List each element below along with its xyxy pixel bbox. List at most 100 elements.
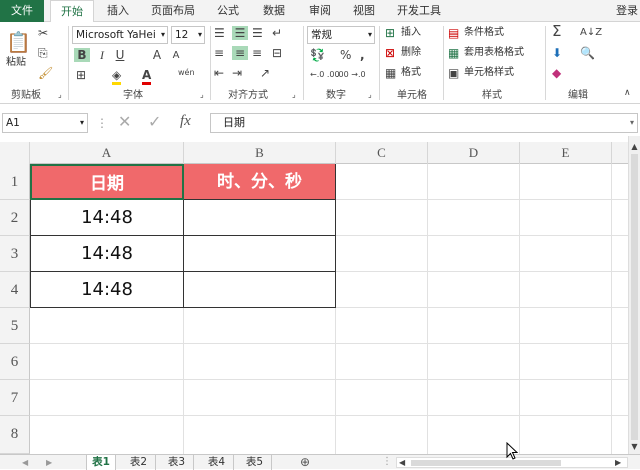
- tab-developer[interactable]: 开发工具: [390, 0, 448, 22]
- clipboard-launcher-icon[interactable]: ⌟: [58, 88, 62, 102]
- cell-a3[interactable]: 14:48: [30, 236, 184, 272]
- bold-button[interactable]: B: [74, 48, 90, 62]
- font-size-select[interactable]: 12 ▾: [171, 26, 205, 44]
- cell-a2[interactable]: 14:48: [30, 200, 184, 236]
- row-header-7[interactable]: 7: [0, 380, 30, 416]
- sheet-tab-1[interactable]: 表1: [86, 455, 116, 470]
- align-center-icon[interactable]: ≡: [232, 46, 248, 60]
- tab-view[interactable]: 视图: [346, 0, 382, 22]
- align-right-icon[interactable]: ≡: [252, 46, 262, 60]
- tab-page-layout[interactable]: 页面布局: [144, 0, 202, 22]
- tab-insert[interactable]: 插入: [100, 0, 136, 22]
- next-sheet-icon[interactable]: ▶: [46, 456, 52, 470]
- scroll-up-icon[interactable]: ▲: [629, 140, 640, 154]
- row-header-3[interactable]: 3: [0, 236, 30, 272]
- row-header-4[interactable]: 4: [0, 272, 30, 308]
- copy-icon[interactable]: ⎘: [38, 46, 48, 60]
- clear-icon[interactable]: ◆: [552, 66, 561, 80]
- accounting-format-icon[interactable]: 💱: [310, 48, 325, 62]
- cell-a1[interactable]: 日期: [30, 164, 184, 200]
- font-shrink-button[interactable]: A: [170, 49, 182, 63]
- column-header-c[interactable]: C: [336, 142, 428, 164]
- cell-b4[interactable]: [184, 272, 336, 308]
- scroll-left-icon[interactable]: ◀: [399, 456, 405, 470]
- login-link[interactable]: 登录: [614, 0, 640, 22]
- sheet-tab-3[interactable]: 表3: [160, 455, 194, 470]
- align-bottom-icon[interactable]: ☰: [252, 26, 263, 40]
- sort-filter-icon[interactable]: A↓Z: [580, 26, 602, 40]
- fill-icon[interactable]: ⬇: [552, 46, 562, 60]
- insert-cells-button[interactable]: 插入: [401, 26, 421, 40]
- row-header-1[interactable]: 1: [0, 164, 30, 200]
- align-top-icon[interactable]: ☰: [214, 26, 225, 40]
- select-all-corner[interactable]: [0, 142, 30, 164]
- font-name-select[interactable]: Microsoft YaHei ▾: [72, 26, 168, 44]
- tab-review[interactable]: 审阅: [302, 0, 338, 22]
- cell-a4[interactable]: 14:48: [30, 272, 184, 308]
- collapse-ribbon-icon[interactable]: ∧: [624, 86, 631, 100]
- paste-icon[interactable]: 📋: [6, 30, 31, 54]
- name-box[interactable]: A1 ▾: [2, 113, 88, 133]
- decrease-indent-icon[interactable]: ⇤: [214, 66, 224, 80]
- cut-icon[interactable]: ✂: [38, 26, 48, 40]
- tab-formulas[interactable]: 公式: [210, 0, 246, 22]
- sheet-tab-2[interactable]: 表2: [122, 455, 156, 470]
- column-header-a[interactable]: A: [30, 142, 184, 164]
- conditional-format-button[interactable]: 条件格式: [464, 26, 504, 40]
- orientation-icon[interactable]: ↗: [260, 66, 270, 80]
- sheet-tab-4[interactable]: 表4: [200, 455, 234, 470]
- percent-button[interactable]: %: [340, 48, 351, 62]
- merge-center-icon[interactable]: ⊟: [272, 46, 282, 60]
- row-header-2[interactable]: 2: [0, 200, 30, 236]
- comma-style-button[interactable]: ,: [360, 48, 365, 62]
- decrease-decimal-button[interactable]: .00 →.0: [336, 68, 366, 82]
- scroll-down-icon[interactable]: ▼: [629, 440, 640, 454]
- tab-data[interactable]: 数据: [256, 0, 292, 22]
- wrap-text-icon[interactable]: ↵: [272, 26, 282, 40]
- font-launcher-icon[interactable]: ⌟: [200, 88, 204, 102]
- fill-color-icon[interactable]: ◈: [112, 68, 122, 85]
- row-header-6[interactable]: 6: [0, 344, 30, 380]
- scroll-right-icon[interactable]: ▶: [615, 456, 621, 470]
- row-header-5[interactable]: 5: [0, 308, 30, 344]
- underline-button[interactable]: U: [113, 48, 127, 62]
- sheet-tab-5[interactable]: 表5: [238, 455, 272, 470]
- format-cells-button[interactable]: 格式: [401, 66, 421, 80]
- split-handle-icon[interactable]: ⋮: [382, 455, 392, 469]
- scroll-thumb[interactable]: [631, 154, 638, 440]
- insert-function-button[interactable]: fx: [180, 114, 191, 129]
- cell-b1[interactable]: 时、分、秒: [184, 164, 336, 200]
- tab-home[interactable]: 开始: [50, 0, 94, 23]
- format-painter-icon[interactable]: 🖌: [38, 66, 53, 80]
- align-left-icon[interactable]: ≡: [214, 46, 224, 60]
- formula-input[interactable]: 日期 ▾: [210, 113, 638, 133]
- phonetic-guide-button[interactable]: wén: [178, 66, 195, 80]
- cell-styles-button[interactable]: 单元格样式: [464, 66, 514, 80]
- number-launcher-icon[interactable]: ⌟: [368, 88, 372, 102]
- cell-b3[interactable]: [184, 236, 336, 272]
- add-sheet-icon[interactable]: ⊕: [300, 455, 310, 469]
- prev-sheet-icon[interactable]: ◀: [22, 456, 28, 470]
- find-select-icon[interactable]: 🔍: [580, 46, 595, 60]
- italic-button[interactable]: I: [94, 48, 110, 62]
- font-color-icon[interactable]: A: [142, 68, 152, 85]
- cancel-icon[interactable]: ✕: [118, 114, 131, 130]
- cell-b2[interactable]: [184, 200, 336, 236]
- vertical-scrollbar[interactable]: ▲ ▼: [628, 136, 640, 454]
- number-format-select[interactable]: 常规 ▾: [307, 26, 375, 44]
- h-scroll-thumb[interactable]: [411, 460, 561, 466]
- row-header-8[interactable]: 8: [0, 416, 30, 454]
- column-header-d[interactable]: D: [428, 142, 520, 164]
- alignment-launcher-icon[interactable]: ⌟: [292, 88, 296, 102]
- paste-button[interactable]: 粘贴: [6, 56, 26, 70]
- align-middle-icon[interactable]: ☰: [232, 26, 248, 40]
- font-grow-button[interactable]: A: [151, 48, 163, 62]
- column-header-e[interactable]: E: [520, 142, 612, 164]
- enter-icon[interactable]: ✓: [148, 114, 161, 130]
- format-as-table-button[interactable]: 套用表格格式: [464, 46, 524, 60]
- column-header-b[interactable]: B: [184, 142, 336, 164]
- delete-cells-button[interactable]: 删除: [401, 46, 421, 60]
- autosum-icon[interactable]: Σ: [552, 24, 561, 39]
- tab-file[interactable]: 文件: [0, 0, 44, 22]
- border-icon[interactable]: ⊞: [76, 68, 86, 82]
